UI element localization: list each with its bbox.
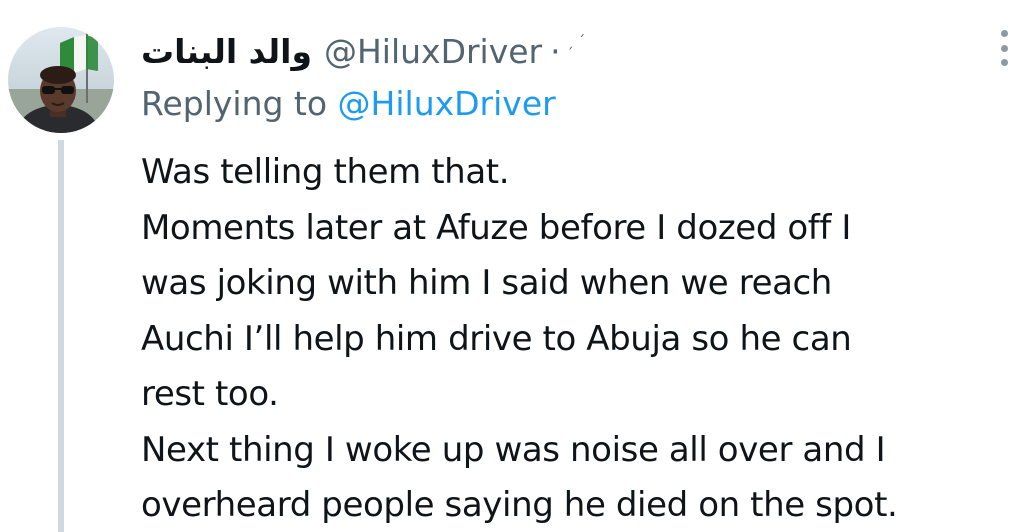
author-display-name[interactable]: والد البنات (141, 32, 312, 71)
more-vertical-icon (1000, 44, 1008, 52)
tweet-reply-card: والد البنات @HiluxDriver · ˏ ˊ Replying … (0, 0, 1019, 532)
tweet-header: والد البنات @HiluxDriver · ˏ ˊ (141, 28, 585, 74)
thread-connector-line (58, 140, 64, 532)
tweet-body: Was telling them that. Moments later at … (141, 145, 1011, 532)
tweet-text-line: Was telling them that. (141, 152, 510, 192)
tweet-text-line: rest too. (141, 374, 279, 414)
more-vertical-icon (1000, 30, 1008, 37)
replying-to-prefix: Replying to (141, 84, 328, 123)
tweet-text-line: Moments later at Afuze before I dozed of… (141, 207, 851, 248)
replying-to-line: Replying to @HiluxDriver (141, 84, 556, 123)
avatar-photo (8, 27, 114, 133)
more-options-button[interactable] (994, 30, 1014, 66)
more-vertical-icon (1000, 59, 1008, 66)
tweet-text-line: Next thing I woke up was noise all over … (141, 429, 886, 470)
tweet-text-line: was joking with him I said when we reach (141, 263, 832, 303)
tweet-text-line: overheard people saying he died on the s… (141, 485, 898, 525)
header-separator: · (550, 31, 561, 71)
avatar[interactable] (8, 27, 114, 133)
tweet-timestamp[interactable]: ˏ ˊ (567, 34, 585, 50)
author-handle[interactable]: @HiluxDriver (324, 32, 542, 71)
tweet-text-line: Auchi I’ll help him drive to Abuja so he… (141, 318, 852, 359)
replying-to-mention-link[interactable]: @HiluxDriver (338, 84, 556, 123)
